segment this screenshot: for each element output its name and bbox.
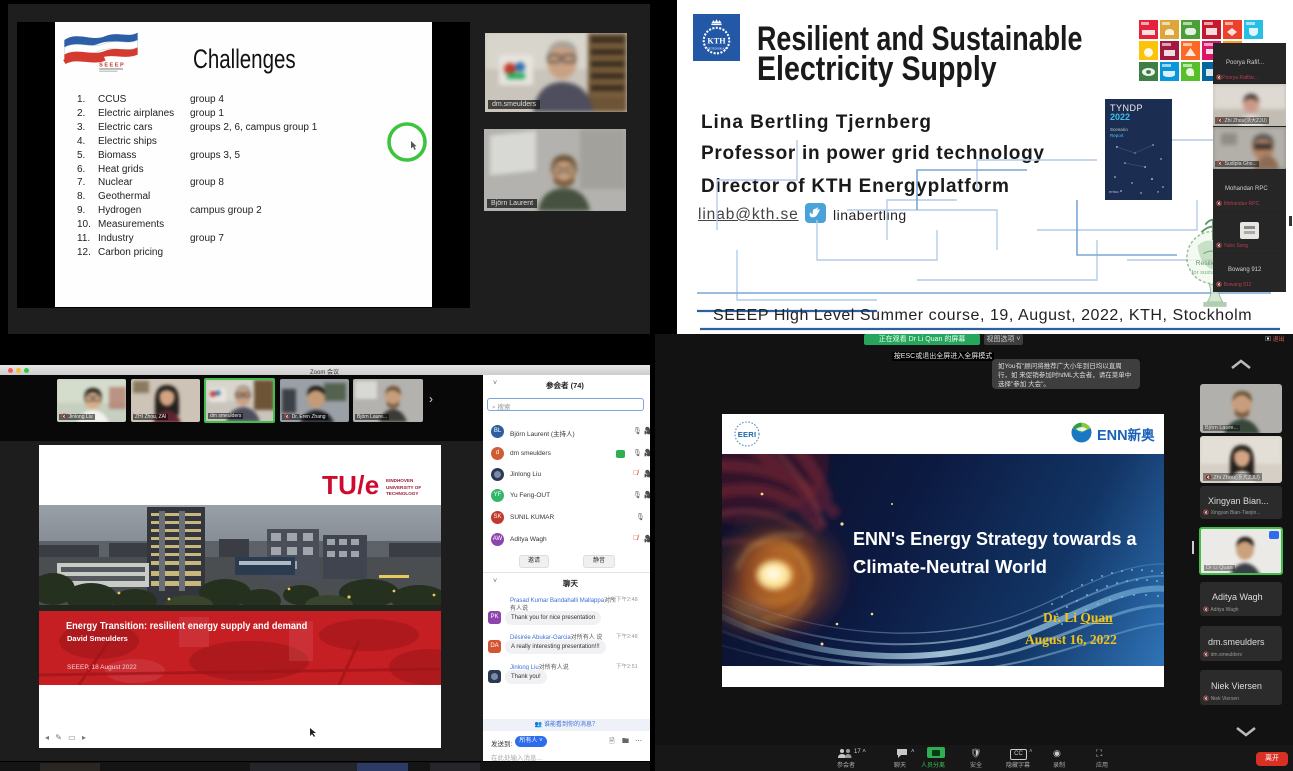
svg-text:EERI: EERI: [738, 430, 757, 439]
svg-text:S E E E P: S E E E P: [99, 63, 124, 69]
svg-text:for susta: for susta: [1192, 270, 1215, 276]
svg-text:entso: entso: [1109, 189, 1120, 194]
svg-text:e: e: [1157, 189, 1160, 194]
